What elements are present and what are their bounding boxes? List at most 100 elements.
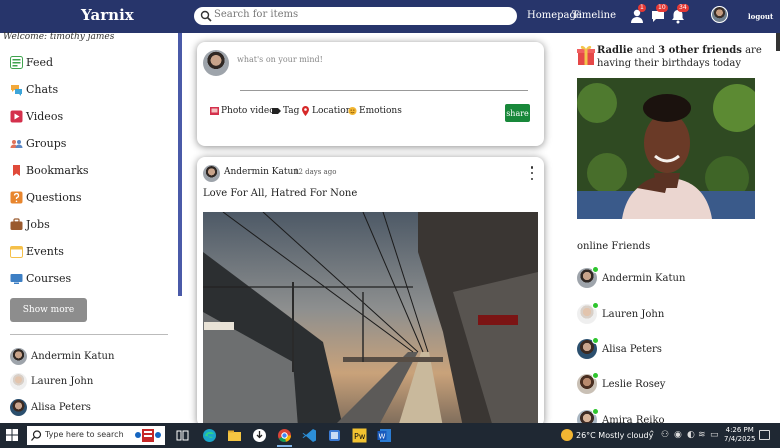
share-button[interactable]: share: [505, 104, 530, 122]
online-friend[interactable]: Leslie Rosey: [577, 372, 666, 395]
logout-button[interactable]: logout: [748, 12, 773, 21]
clock-time: 4:26 PM: [725, 426, 754, 434]
tag-option[interactable]: Tag: [272, 106, 299, 116]
share-divider: [240, 90, 528, 91]
sidebar-item-label: Events: [26, 244, 64, 258]
avatar: [203, 50, 229, 76]
taskbar-search-input[interactable]: Type here to search: [45, 430, 124, 439]
online-friend[interactable]: Lauren John: [577, 302, 665, 325]
search-input[interactable]: Search for items: [214, 9, 298, 20]
avatar[interactable]: [203, 165, 220, 182]
sidebar-scrollbar[interactable]: [178, 33, 182, 296]
search-icon: [200, 10, 212, 22]
feed-icon: [10, 55, 23, 69]
weather-text[interactable]: 26°C Mostly cloudy: [576, 431, 653, 440]
tray-volume-icon[interactable]: ◐: [687, 430, 695, 440]
app-icon[interactable]: [327, 428, 342, 443]
active-app-indicator: [277, 445, 292, 447]
post-options-icon[interactable]: [529, 166, 535, 180]
tag-icon: [272, 108, 281, 114]
chats-icon: [11, 84, 22, 96]
search-bar[interactable]: Search for items: [194, 7, 517, 25]
avatar: [577, 372, 599, 394]
taskbar-clock[interactable]: 4:26 PM 7/4/2025: [724, 426, 755, 444]
weather-icon[interactable]: [561, 429, 573, 441]
photo-video-option[interactable]: Photo video: [210, 106, 275, 116]
chrome-icon[interactable]: [277, 428, 292, 443]
online-status-icon: [592, 408, 599, 415]
edge-icon[interactable]: [202, 428, 217, 443]
sidebar-friend[interactable]: Alisa Peters: [10, 398, 91, 416]
friend-name: Lauren John: [602, 308, 665, 320]
post-timestamp: 12 days ago: [294, 168, 337, 176]
birthday-and: and: [632, 45, 659, 56]
sidebar-item-groups[interactable]: Groups: [10, 134, 66, 152]
friend-name: Andermin Katun: [31, 350, 115, 362]
birthday-name[interactable]: Radlie: [597, 45, 633, 56]
taskbar-search[interactable]: Type here to search: [27, 426, 165, 445]
file-explorer-icon[interactable]: [227, 428, 242, 443]
courses-icon: [10, 273, 23, 284]
tray-wifi-icon[interactable]: ≋: [698, 430, 706, 440]
page-scrollbar[interactable]: [776, 33, 780, 51]
sidebar-item-label: Jobs: [26, 217, 50, 231]
avatar: [577, 266, 599, 288]
bookmarks-icon: [13, 164, 20, 176]
groups-icon: [10, 139, 23, 148]
download-app-icon[interactable]: [252, 428, 267, 443]
option-label: Photo video: [221, 106, 275, 116]
notification-center-icon[interactable]: [759, 430, 770, 440]
profile-avatar[interactable]: [711, 6, 728, 23]
sidebar-item-bookmarks[interactable]: Bookmarks: [10, 161, 89, 179]
post-author[interactable]: Andermin Katun: [224, 167, 299, 177]
emotions-option[interactable]: Emotions: [348, 106, 402, 116]
sidebar-item-questions[interactable]: Questions: [10, 188, 82, 206]
sidebar-item-label: Groups: [26, 136, 67, 150]
tray-chevron-icon[interactable]: ⌃: [648, 430, 656, 440]
questions-icon: [10, 191, 23, 203]
show-more-button[interactable]: Show more: [10, 298, 87, 322]
share-input[interactable]: what's on your mind!: [237, 55, 323, 64]
tray-people-icon[interactable]: ⚇: [661, 430, 669, 440]
videos-icon: [10, 110, 23, 122]
tray-network-icon[interactable]: ◉: [674, 430, 682, 440]
sidebar-item-videos[interactable]: Videos: [10, 107, 63, 125]
birthday-others[interactable]: 3 other friends: [658, 45, 742, 56]
friend-name: Alisa Peters: [31, 401, 91, 413]
sidebar-item-events[interactable]: Events: [10, 242, 64, 260]
gift-icon: [577, 45, 595, 65]
sidebar-item-courses[interactable]: Courses: [10, 269, 71, 287]
option-label: Emotions: [359, 106, 402, 116]
avatar: [10, 372, 27, 390]
location-icon: [302, 106, 309, 116]
sidebar-item-label: Bookmarks: [26, 163, 89, 177]
friend-name: Leslie Rosey: [602, 378, 666, 390]
sidebar-item-chats[interactable]: Chats: [10, 80, 58, 98]
task-view-icon[interactable]: [175, 428, 190, 443]
sidebar-friend[interactable]: Lauren John: [10, 372, 93, 390]
birthday-notice: Radlie and 3 other friends are having th…: [597, 44, 777, 70]
word-icon[interactable]: W: [377, 428, 392, 443]
friend-name: Lauren John: [31, 375, 94, 387]
vscode-icon[interactable]: [302, 428, 317, 443]
online-friend[interactable]: Alisa Peters: [577, 337, 662, 360]
svg-text:Pw: Pw: [354, 432, 366, 441]
avatar: [577, 302, 599, 324]
sidebar-item-jobs[interactable]: Jobs: [10, 215, 50, 233]
location-option[interactable]: Location: [301, 106, 352, 116]
photo-video-icon: [210, 107, 219, 115]
app-logo[interactable]: Yarnix: [81, 6, 134, 24]
sidebar-divider: [10, 334, 168, 335]
online-friend[interactable]: Andermin Katun: [577, 266, 685, 289]
sidebar-item-label: Courses: [26, 271, 72, 285]
windows-start-icon[interactable]: [6, 429, 18, 441]
pw-app-icon[interactable]: Pw: [352, 428, 367, 443]
friend-name: Alisa Peters: [602, 343, 662, 355]
timeline-link[interactable]: Timeline: [572, 10, 616, 21]
sidebar-item-label: Chats: [26, 82, 59, 96]
sidebar-friend[interactable]: Andermin Katun: [10, 347, 114, 365]
tray-battery-icon[interactable]: ▭: [710, 430, 719, 440]
sidebar-item-feed[interactable]: Feed: [10, 53, 53, 71]
avatar: [10, 347, 27, 365]
clock-date: 7/4/2025: [724, 435, 756, 443]
